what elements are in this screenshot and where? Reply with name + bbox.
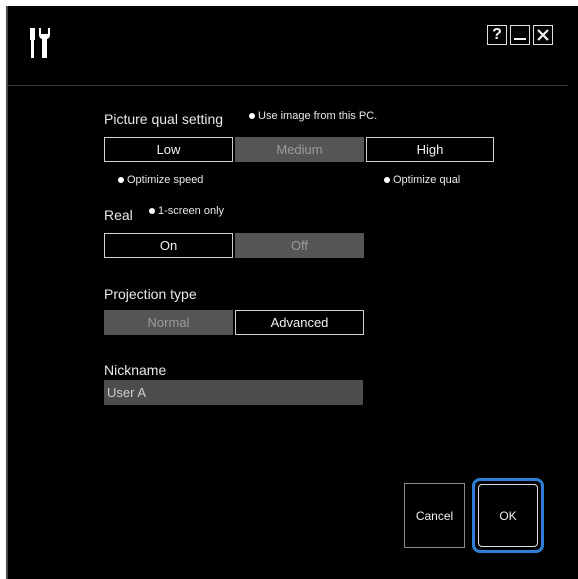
picture-quality-note: Use image from this PC. xyxy=(249,110,377,122)
bullet-icon xyxy=(249,113,255,119)
speed-note-text: Optimize speed xyxy=(127,174,204,186)
quality-note-text: Optimize qual xyxy=(393,174,461,186)
real-option-on[interactable]: On xyxy=(104,233,233,258)
real-note-text: 1-screen only xyxy=(158,205,225,217)
bullet-icon xyxy=(149,208,155,214)
quality-option-medium[interactable]: Medium xyxy=(235,137,364,162)
speed-note: Optimize speed xyxy=(118,174,203,186)
projection-type-label: Projection type xyxy=(104,286,197,302)
ok-button[interactable]: OK xyxy=(472,478,544,553)
projection-option-advanced[interactable]: Advanced xyxy=(235,310,364,335)
ok-button-label: OK xyxy=(499,508,517,523)
bullet-icon xyxy=(118,177,124,183)
close-icon xyxy=(537,29,549,41)
real-label: Real xyxy=(104,207,133,223)
cancel-button[interactable]: Cancel xyxy=(404,483,465,548)
minimize-icon xyxy=(514,38,526,40)
help-icon: ? xyxy=(492,26,502,43)
real-note: 1-screen only xyxy=(149,205,224,217)
bullet-icon xyxy=(384,177,390,183)
tools-icon xyxy=(30,28,50,58)
projection-option-normal[interactable]: Normal xyxy=(104,310,233,335)
picture-quality-note-text: Use image from this PC. xyxy=(258,110,378,122)
quality-option-low[interactable]: Low xyxy=(104,137,233,162)
title-bar: ? xyxy=(8,6,578,70)
picture-quality-label: Picture qual setting xyxy=(104,111,224,127)
quality-option-high[interactable]: High xyxy=(366,137,494,162)
nickname-field[interactable]: User A xyxy=(104,380,363,405)
settings-window: ? Picture qual setting Use image from th… xyxy=(6,6,578,579)
nickname-label: Nickname xyxy=(104,362,167,378)
title-divider xyxy=(8,85,568,86)
minimize-button[interactable] xyxy=(510,25,530,45)
close-button[interactable] xyxy=(533,25,553,45)
quality-note: Optimize qual xyxy=(384,174,460,186)
help-button[interactable]: ? xyxy=(487,25,507,45)
real-option-off[interactable]: Off xyxy=(235,233,364,258)
